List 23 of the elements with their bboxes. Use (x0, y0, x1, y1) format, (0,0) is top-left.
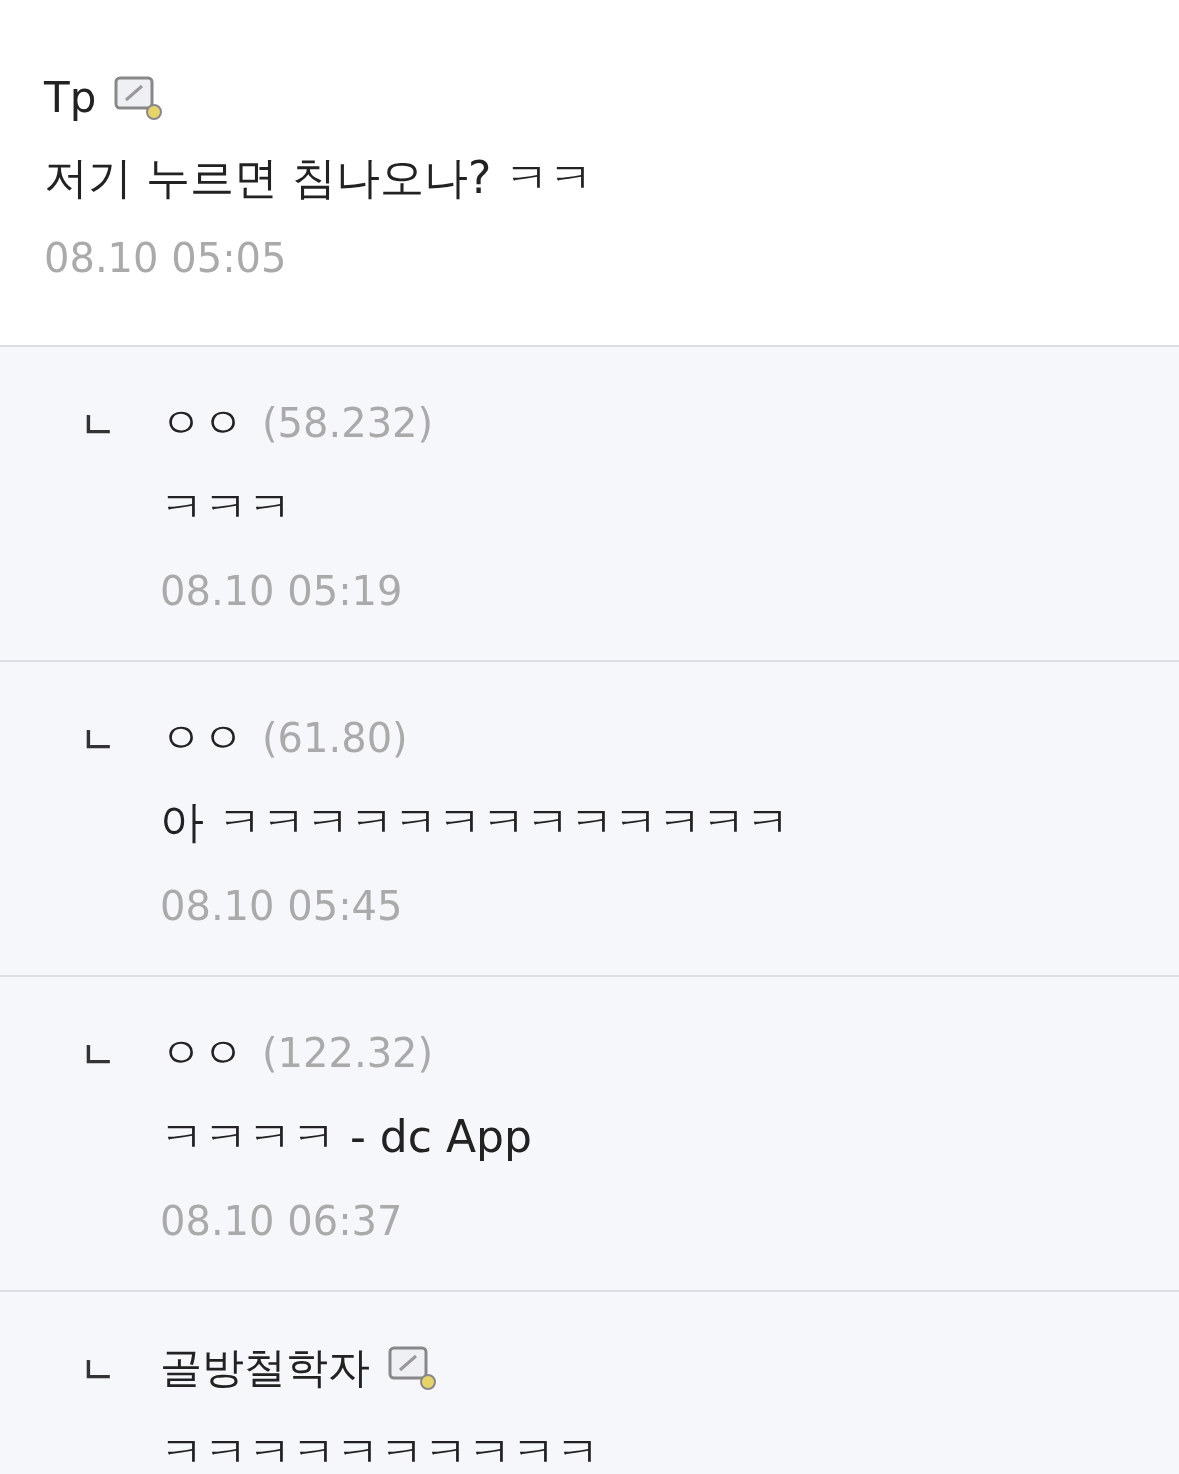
author-name[interactable]: Tp (44, 70, 97, 126)
comment-date: 08.10 05:19 (160, 567, 404, 616)
member-icon (388, 1344, 438, 1392)
author-name[interactable]: ㅇㅇ (160, 1025, 244, 1081)
comment-date: 08.10 05:05 (44, 234, 288, 283)
reply-marker: ㄴ (80, 403, 117, 447)
member-icon (114, 74, 165, 122)
comment-text: ㅋㅋㅋㅋ - dc App (160, 1110, 532, 1164)
comment-date: 08.10 05:45 (160, 882, 404, 931)
comment-date: 08.10 06:37 (160, 1197, 404, 1246)
comment-text: 아 ㅋㅋㅋㅋㅋㅋㅋㅋㅋㅋㅋㅋㅋ (160, 795, 790, 849)
comment-text: ㅋㅋㅋ (160, 480, 293, 534)
comment-text: ㅋㅋㅋㅋㅋㅋㅋㅋㅋㅋ (160, 1425, 600, 1474)
ip-text: (122.32) (262, 1029, 434, 1078)
reply-marker: ㄴ (80, 1033, 117, 1077)
ip-text: (61.80) (262, 714, 408, 763)
comment-text: 저기 누르면 침나오나? ㅋㅋ (44, 151, 595, 205)
author-name[interactable]: ㅇㅇ (160, 710, 244, 766)
reply-marker: ㄴ (80, 1348, 117, 1392)
author-name[interactable]: ㅇㅇ (160, 395, 244, 451)
reply-marker: ㄴ (80, 718, 117, 762)
ip-text: (58.232) (262, 399, 434, 448)
author-name[interactable]: 골방철학자 (160, 1340, 370, 1396)
